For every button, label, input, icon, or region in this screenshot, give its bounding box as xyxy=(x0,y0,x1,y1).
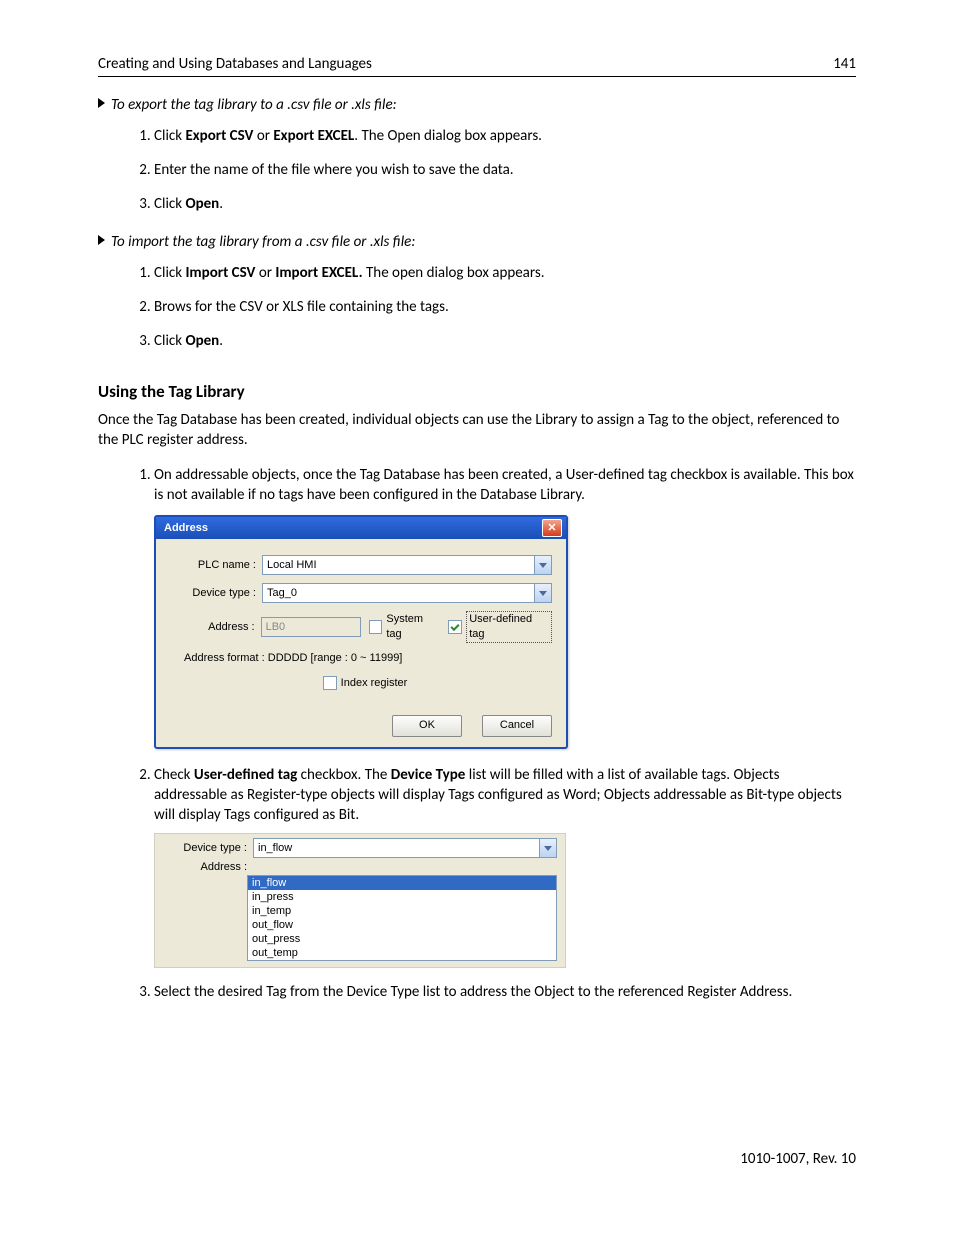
export-step-1: Click Export CSV or Export EXCEL. The Op… xyxy=(154,126,856,146)
import-step-3: Click Open. xyxy=(154,331,856,351)
chevron-down-icon[interactable] xyxy=(535,583,552,603)
list-item[interactable]: out_flow xyxy=(248,918,556,932)
usage-step-2: Check User-defined tag checkbox. The Dev… xyxy=(154,765,856,969)
list-item[interactable]: in_press xyxy=(248,890,556,904)
system-tag-checkbox[interactable]: System tag xyxy=(369,612,441,642)
list-item[interactable]: out_press xyxy=(248,932,556,946)
export-steps: Click Export CSV or Export EXCEL. The Op… xyxy=(154,126,856,215)
export-step-3: Click Open. xyxy=(154,194,856,214)
device-type-select-2[interactable]: in_flow xyxy=(253,838,540,858)
cancel-button[interactable]: Cancel xyxy=(482,715,552,737)
device-type-select[interactable]: Tag_0 xyxy=(262,583,535,603)
header-title: Creating and Using Databases and Languag… xyxy=(98,54,372,74)
device-type-label: Device type : xyxy=(170,586,262,601)
list-item[interactable]: in_temp xyxy=(248,904,556,918)
address-dialog: Address ✕ PLC name : Local HMI Device ty… xyxy=(154,515,568,748)
index-register-checkbox[interactable]: Index register xyxy=(323,676,408,691)
section-title: Using the Tag Library xyxy=(98,381,856,404)
device-type-dropdown-dialog: Device type : in_flow Address : in_flow … xyxy=(154,833,566,968)
address-label-2: Address : xyxy=(163,860,253,875)
export-step-2: Enter the name of the file where you wis… xyxy=(154,160,856,180)
address-format-text: Address format : DDDDD [range : 0 ~ 1199… xyxy=(184,651,552,666)
import-step-2: Brows for the CSV or XLS file containing… xyxy=(154,297,856,317)
plc-name-label: PLC name : xyxy=(170,558,262,573)
user-defined-tag-checkbox[interactable]: User-defined tag xyxy=(448,611,552,643)
ok-button[interactable]: OK xyxy=(392,715,462,737)
chevron-down-icon[interactable] xyxy=(535,555,552,575)
chevron-down-icon[interactable] xyxy=(540,838,557,858)
dialog-title-text: Address xyxy=(164,517,208,539)
address-input[interactable]: LB0 xyxy=(261,617,361,637)
device-type-label-2: Device type : xyxy=(163,841,253,856)
triangle-icon xyxy=(98,98,105,108)
close-icon[interactable]: ✕ xyxy=(542,519,562,537)
page-footer: 1010-1007, Rev. 10 xyxy=(740,1149,856,1169)
address-label: Address : xyxy=(170,620,261,635)
triangle-icon xyxy=(98,235,105,245)
list-item[interactable]: in_flow xyxy=(248,876,556,890)
usage-step-3: Select the desired Tag from the Device T… xyxy=(154,982,856,1002)
dialog-titlebar: Address ✕ xyxy=(156,517,566,539)
list-item[interactable]: out_temp xyxy=(248,946,556,960)
import-steps: Click Import CSV or Import EXCEL. The op… xyxy=(154,263,856,352)
import-heading: To import the tag library from a .csv fi… xyxy=(98,232,856,252)
page-header: Creating and Using Databases and Languag… xyxy=(98,54,856,77)
plc-name-select[interactable]: Local HMI xyxy=(262,555,535,575)
section-intro: Once the Tag Database has been created, … xyxy=(98,410,856,451)
usage-step-1: On addressable objects, once the Tag Dat… xyxy=(154,465,856,749)
export-heading: To export the tag library to a .csv file… xyxy=(98,95,856,115)
usage-steps: On addressable objects, once the Tag Dat… xyxy=(154,465,856,1003)
import-step-1: Click Import CSV or Import EXCEL. The op… xyxy=(154,263,856,283)
header-page-number: 141 xyxy=(833,54,856,74)
device-type-options-list[interactable]: in_flow in_press in_temp out_flow out_pr… xyxy=(247,875,557,961)
